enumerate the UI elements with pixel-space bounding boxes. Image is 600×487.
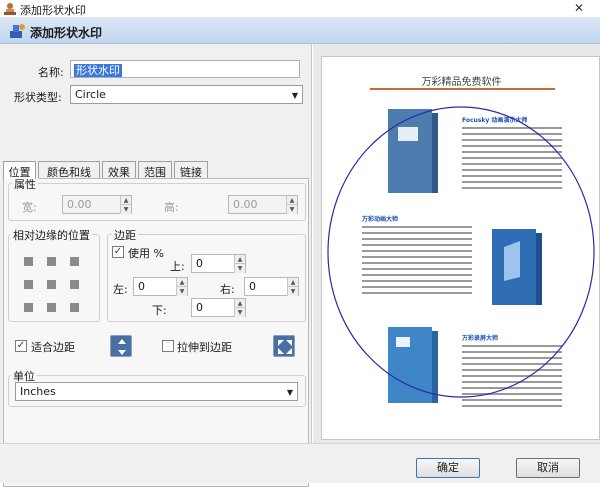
- width-spinner[interactable]: 0.00 ▲ ▼: [62, 195, 132, 214]
- anchor-grid[interactable]: [12, 249, 79, 312]
- window-titlebar: 添加形状水印 ✕: [0, 0, 600, 18]
- top-margin-spinner[interactable]: 0 ▲ ▼: [191, 254, 246, 273]
- spin-down-icon[interactable]: ▼: [234, 264, 245, 273]
- dialog-header: 添加形状水印: [0, 18, 600, 44]
- margins-title: 边距: [112, 227, 138, 243]
- app-stamp-icon: [4, 3, 16, 15]
- dialog-title: 添加形状水印: [30, 26, 103, 40]
- use-percent-checkbox[interactable]: ✓: [112, 246, 124, 258]
- bottom-margin-value: 0: [196, 301, 203, 314]
- position-tab-panel: [3, 178, 309, 487]
- shape-type-select[interactable]: Circle ▼: [70, 85, 303, 104]
- watermark-stamp-icon: [10, 24, 25, 38]
- right-margin-spinner[interactable]: 0 ▲ ▼: [244, 277, 299, 296]
- top-margin-label: 上:: [170, 260, 185, 273]
- name-input[interactable]: 形状水印: [70, 60, 300, 78]
- anchor-middle-left[interactable]: [24, 280, 33, 289]
- height-spinner[interactable]: 0.00 ▲ ▼: [228, 195, 298, 214]
- width-value: 0.00: [67, 198, 92, 211]
- chevron-down-icon: ▼: [291, 91, 298, 100]
- spin-down-icon[interactable]: ▼: [234, 308, 245, 317]
- window-title: 添加形状水印: [20, 4, 86, 17]
- tab-position[interactable]: 位置: [3, 161, 36, 179]
- tab-color-lines[interactable]: 颜色和线条: [38, 161, 100, 195]
- shape-type-value: Circle: [75, 88, 106, 101]
- spin-up-icon[interactable]: ▲: [234, 299, 245, 308]
- width-label: 宽:: [22, 201, 37, 214]
- top-margin-value: 0: [196, 257, 203, 270]
- settings-pane: 名称: 形状水印 形状类型: Circle ▼ 位置 颜色和线条 效果 范围 链…: [0, 44, 312, 487]
- spin-down-icon[interactable]: ▼: [120, 205, 131, 214]
- stretch-margins-label: 拉伸到边距: [177, 341, 232, 354]
- spin-up-icon[interactable]: ▲: [287, 278, 298, 287]
- stretch-margins-checkbox[interactable]: [162, 340, 174, 352]
- unit-select[interactable]: Inches ▼: [15, 382, 298, 401]
- left-margin-spinner[interactable]: 0 ▲ ▼: [133, 277, 188, 296]
- left-margin-label: 左:: [113, 283, 128, 296]
- page-preview: 万彩精品免费软件 Focusky 动画演示大师 万彩动画大师 万彩录屏大师: [321, 56, 600, 440]
- relative-position-title: 相对边缘的位置: [11, 227, 92, 243]
- anchor-middle-right[interactable]: [70, 280, 79, 289]
- shape-type-label: 形状类型:: [14, 91, 62, 104]
- anchor-center[interactable]: [47, 280, 56, 289]
- tab-strip: 位置 颜色和线条 效果 范围 链接: [0, 161, 312, 195]
- anchor-bottom-right[interactable]: [70, 303, 79, 312]
- fit-vertical-button[interactable]: [110, 335, 132, 357]
- spin-down-icon[interactable]: ▼: [286, 205, 297, 214]
- name-input-value: 形状水印: [74, 64, 122, 77]
- preview-pane: 万彩精品免费软件 Focusky 动画演示大师 万彩动画大师 万彩录屏大师: [313, 44, 600, 443]
- bottom-margin-spinner[interactable]: 0 ▲ ▼: [191, 298, 246, 317]
- ok-button[interactable]: 确定: [416, 458, 480, 478]
- unit-value: Inches: [20, 385, 56, 398]
- use-percent-label: 使用 %: [128, 247, 164, 260]
- spin-up-icon[interactable]: ▲: [286, 196, 297, 205]
- fit-margins-label: 适合边距: [31, 341, 75, 354]
- bottom-margin-label: 下:: [152, 304, 167, 317]
- name-label: 名称:: [38, 66, 64, 79]
- circle-watermark: [327, 106, 595, 398]
- spin-down-icon[interactable]: ▼: [287, 287, 298, 296]
- cancel-button[interactable]: 取消: [516, 458, 580, 478]
- anchor-top-left[interactable]: [24, 257, 33, 266]
- spin-up-icon[interactable]: ▲: [176, 278, 187, 287]
- dialog-footer: 确定 取消: [0, 443, 600, 483]
- tab-range[interactable]: 范围: [138, 161, 172, 179]
- height-label: 高:: [164, 201, 179, 214]
- anchor-bottom-center[interactable]: [47, 303, 56, 312]
- spin-down-icon[interactable]: ▼: [176, 287, 187, 296]
- stretch-button[interactable]: [273, 335, 295, 357]
- tab-link[interactable]: 链接: [174, 161, 208, 179]
- expand-arrows-icon: [278, 340, 292, 354]
- chevron-down-icon: ▼: [286, 388, 293, 397]
- right-margin-value: 0: [249, 280, 256, 293]
- anchor-bottom-left[interactable]: [24, 303, 33, 312]
- close-button[interactable]: ✕: [567, 1, 591, 16]
- anchor-top-right[interactable]: [70, 257, 79, 266]
- fit-margins-checkbox[interactable]: ✓: [15, 340, 27, 352]
- spin-up-icon[interactable]: ▲: [234, 255, 245, 264]
- tab-effects[interactable]: 效果: [102, 161, 136, 179]
- height-value: 0.00: [233, 198, 258, 211]
- left-margin-value: 0: [138, 280, 145, 293]
- fit-vertical-icon: [118, 339, 126, 355]
- anchor-top-center[interactable]: [47, 257, 56, 266]
- right-margin-label: 右:: [220, 283, 235, 296]
- spin-up-icon[interactable]: ▲: [120, 196, 131, 205]
